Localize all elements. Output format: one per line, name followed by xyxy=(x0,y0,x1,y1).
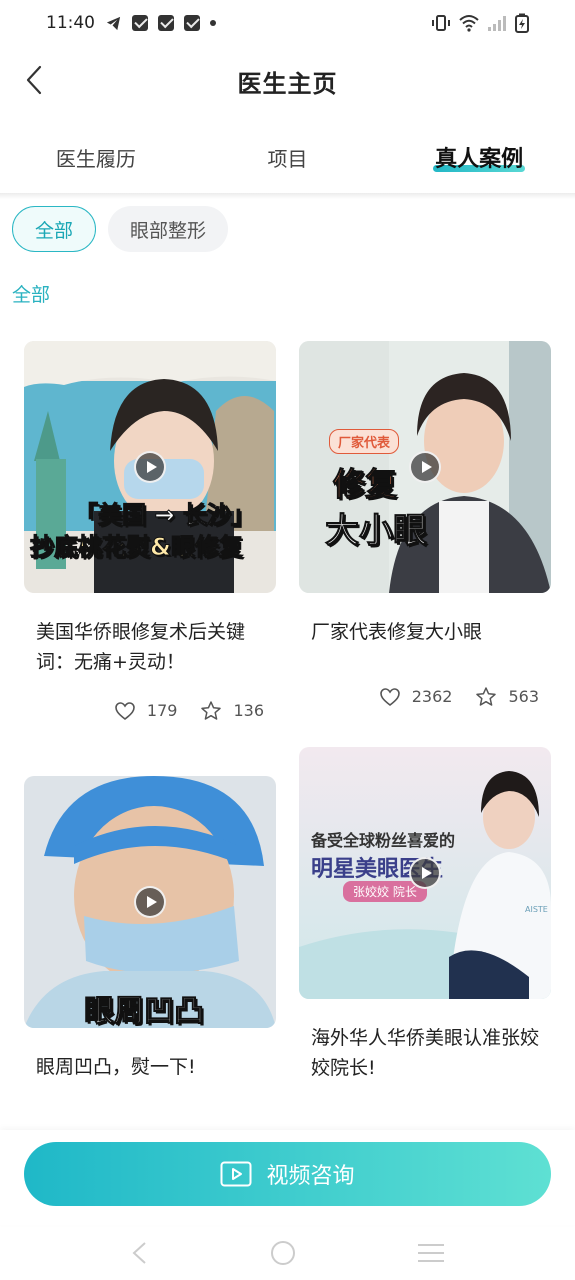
battery-charging-icon xyxy=(515,13,529,33)
case-stats: 2362 563 xyxy=(299,687,551,706)
status-time: 11:40 xyxy=(46,13,95,33)
page-title: 医生主页 xyxy=(237,69,338,98)
dot-icon xyxy=(210,20,216,26)
star-icon xyxy=(476,687,497,706)
section-label: 全部 xyxy=(12,284,51,306)
bottom-bar: 视频咨询 xyxy=(0,1130,575,1225)
case-thumbnail[interactable]: 「美国 → 长沙」 抄底桃花熨&眼修复 xyxy=(24,341,276,593)
nav-home-icon[interactable] xyxy=(270,1240,296,1266)
favorites-stat[interactable]: 563 xyxy=(476,687,539,706)
chevron-left-icon xyxy=(26,65,42,95)
brand-logo: AISTE xyxy=(525,905,548,914)
heart-icon xyxy=(115,701,135,720)
status-left: 11:40 xyxy=(46,13,216,33)
case-card[interactable]: 备受全球粉丝喜爱的 明星美眼医生 张姣姣 院长 AISTE 海外华人华侨美眼认准… xyxy=(299,747,551,1083)
likes-stat[interactable]: 2362 xyxy=(379,687,453,706)
case-thumbnail[interactable]: 厂家代表 修复 大小眼 xyxy=(299,341,551,593)
case-title: 美国华侨眼修复术后关键词：无痛+灵动！ xyxy=(36,621,246,673)
overlay-line1: 修复 xyxy=(332,465,398,504)
back-button[interactable] xyxy=(18,60,50,100)
system-nav-bar xyxy=(0,1225,575,1280)
tab-bar: 医生履历 项目 真人案例 xyxy=(0,120,575,194)
header: 医生主页 xyxy=(0,46,575,116)
status-right xyxy=(431,13,529,33)
overlay-badge: 厂家代表 xyxy=(329,429,400,454)
tab-resume[interactable]: 医生履历 xyxy=(0,120,192,194)
telegram-icon xyxy=(106,16,121,30)
video-play-icon xyxy=(220,1161,252,1187)
case-card[interactable]: 厂家代表 修复 大小眼 厂家代表修复大小眼 2362 563 xyxy=(299,341,551,706)
play-icon[interactable] xyxy=(409,451,441,483)
mail-icon xyxy=(132,15,148,31)
case-thumbnail[interactable]: 眼周凹凸 xyxy=(24,776,276,1028)
filter-chip-all[interactable]: 全部 xyxy=(12,206,97,252)
likes-count: 2362 xyxy=(411,687,453,706)
signal-icon xyxy=(488,16,506,31)
video-consult-label: 视频咨询 xyxy=(266,1164,355,1189)
status-bar: 11:40 xyxy=(0,0,575,46)
case-stats: 179 136 xyxy=(24,701,276,720)
overlay-line2: 抄底桃花熨&眼修复 xyxy=(30,533,244,562)
mail-icon xyxy=(158,15,174,31)
case-thumbnail[interactable]: 备受全球粉丝喜爱的 明星美眼医生 张姣姣 院长 AISTE xyxy=(299,747,551,999)
case-card[interactable]: 眼周凹凸 眼周凹凸，熨一下! xyxy=(24,776,276,1082)
heart-icon xyxy=(379,687,400,706)
overlay-line1: 眼周凹凸 xyxy=(84,994,205,1029)
case-card[interactable]: 「美国 → 长沙」 抄底桃花熨&眼修复 美国华侨眼修复术后关键词：无痛+灵动！ … xyxy=(24,341,276,720)
case-title: 厂家代表修复大小眼 xyxy=(311,621,483,643)
play-icon[interactable] xyxy=(409,857,441,889)
tab-label: 项目 xyxy=(267,146,308,171)
vibrate-icon xyxy=(432,15,450,31)
favorites-count: 136 xyxy=(233,701,264,720)
overlay-line1: 备受全球粉丝喜爱的 xyxy=(311,831,456,850)
filter-chips: 全部 眼部整形 xyxy=(12,206,229,252)
video-consult-button[interactable]: 视频咨询 xyxy=(24,1142,551,1206)
play-icon[interactable] xyxy=(134,451,166,483)
tab-real-cases[interactable]: 真人案例 xyxy=(383,120,575,194)
tab-label: 医生履历 xyxy=(55,146,136,171)
nav-back-icon[interactable] xyxy=(130,1241,150,1265)
play-icon[interactable] xyxy=(134,886,166,918)
case-title: 眼周凹凸，熨一下! xyxy=(36,1056,196,1078)
overlay-line2: 大小眼 xyxy=(325,511,428,552)
filter-chip-eye-surgery[interactable]: 眼部整形 xyxy=(108,206,229,252)
favorites-count: 563 xyxy=(508,687,539,706)
nav-menu-icon[interactable] xyxy=(417,1243,445,1263)
tab-projects[interactable]: 项目 xyxy=(192,120,384,194)
case-title: 海外华人华侨美眼认准张姣姣院长! xyxy=(311,1027,540,1079)
divider xyxy=(0,193,575,199)
tab-label: 真人案例 xyxy=(435,147,524,172)
favorites-stat[interactable]: 136 xyxy=(201,701,264,720)
mail-icon xyxy=(184,15,200,31)
likes-stat[interactable]: 179 xyxy=(115,701,178,720)
likes-count: 179 xyxy=(146,701,178,720)
star-icon xyxy=(201,701,222,720)
wifi-icon xyxy=(459,15,479,32)
overlay-line1: 「美国 → 长沙」 xyxy=(74,501,256,530)
